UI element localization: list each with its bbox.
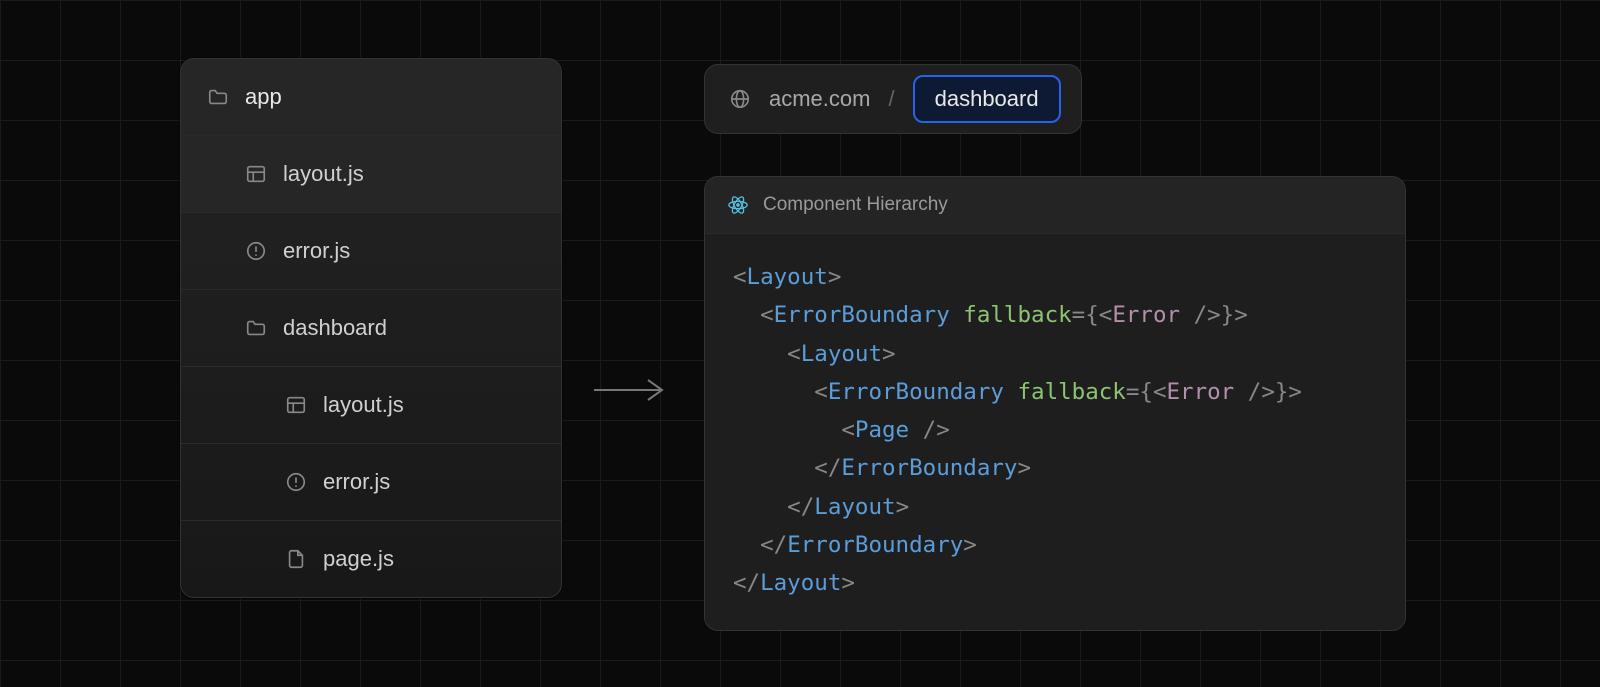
code-token: />}> [1180,302,1248,328]
code-token: Error [1167,379,1235,405]
url-bar: acme.com / dashboard [704,64,1082,134]
file-icon [285,548,307,570]
url-host: acme.com [769,86,870,112]
code-token: Error [1112,302,1180,328]
url-segment-pill: dashboard [913,75,1061,123]
code-token: Layout [814,494,895,520]
code-token: > [1017,455,1031,481]
code-token: ={< [1126,379,1167,405]
file-tree-item-label: error.js [283,238,350,264]
code-token: < [733,417,855,443]
code-token: > [882,341,896,367]
code-token: > [828,264,842,290]
file-tree-item-label: dashboard [283,315,387,341]
code-token: < [733,341,801,367]
file-tree-panel: app layout.js error.js dashboard layout.js er… [180,58,562,598]
error-icon [245,240,267,262]
component-hierarchy-header: Component Hierarchy [705,177,1405,234]
code-token: ErrorBoundary [841,455,1017,481]
code-token: > [841,570,855,596]
layout-icon [245,163,267,185]
code-token: />}> [1234,379,1302,405]
component-hierarchy-code: <Layout> <ErrorBoundary fallback={<Error… [705,234,1405,630]
code-token: Layout [760,570,841,596]
component-hierarchy-panel: Component Hierarchy <Layout> <ErrorBound… [704,176,1406,631]
code-token: </ [733,570,760,596]
code-token: fallback [963,302,1071,328]
file-tree-item[interactable]: layout.js [181,366,561,443]
url-separator: / [888,86,894,112]
folder-icon [245,317,267,339]
error-icon [285,471,307,493]
file-tree-item[interactable]: layout.js [181,135,561,212]
code-token: Layout [801,341,882,367]
file-tree-item[interactable]: app [181,59,561,135]
file-tree-item[interactable]: page.js [181,520,561,597]
code-token: ={< [1072,302,1113,328]
file-tree-item[interactable]: error.js [181,443,561,520]
code-token: > [963,532,977,558]
code-token: < [733,379,828,405]
code-token: > [896,494,910,520]
code-token: < [733,302,774,328]
component-hierarchy-title: Component Hierarchy [763,194,948,216]
code-token: ErrorBoundary [828,379,1004,405]
arrow-right-icon [594,378,668,402]
file-tree-item-label: layout.js [283,161,364,187]
code-token: </ [733,494,814,520]
layout-icon [285,394,307,416]
code-token: ErrorBoundary [787,532,963,558]
code-token: Page [855,417,909,443]
code-token: Layout [747,264,828,290]
react-icon [727,194,749,216]
code-token: /> [909,417,950,443]
file-tree-item-label: page.js [323,546,394,572]
code-token [950,302,964,328]
code-token: fallback [1017,379,1125,405]
file-tree-item[interactable]: error.js [181,212,561,289]
code-token: </ [733,455,841,481]
code-token: < [733,264,747,290]
globe-icon [729,88,751,110]
file-tree-item-label: layout.js [323,392,404,418]
file-tree-item[interactable]: dashboard [181,289,561,366]
file-tree-item-label: error.js [323,469,390,495]
file-tree-item-label: app [245,84,282,110]
code-token: </ [733,532,787,558]
code-token [1004,379,1018,405]
code-token: ErrorBoundary [774,302,950,328]
folder-icon [207,86,229,108]
